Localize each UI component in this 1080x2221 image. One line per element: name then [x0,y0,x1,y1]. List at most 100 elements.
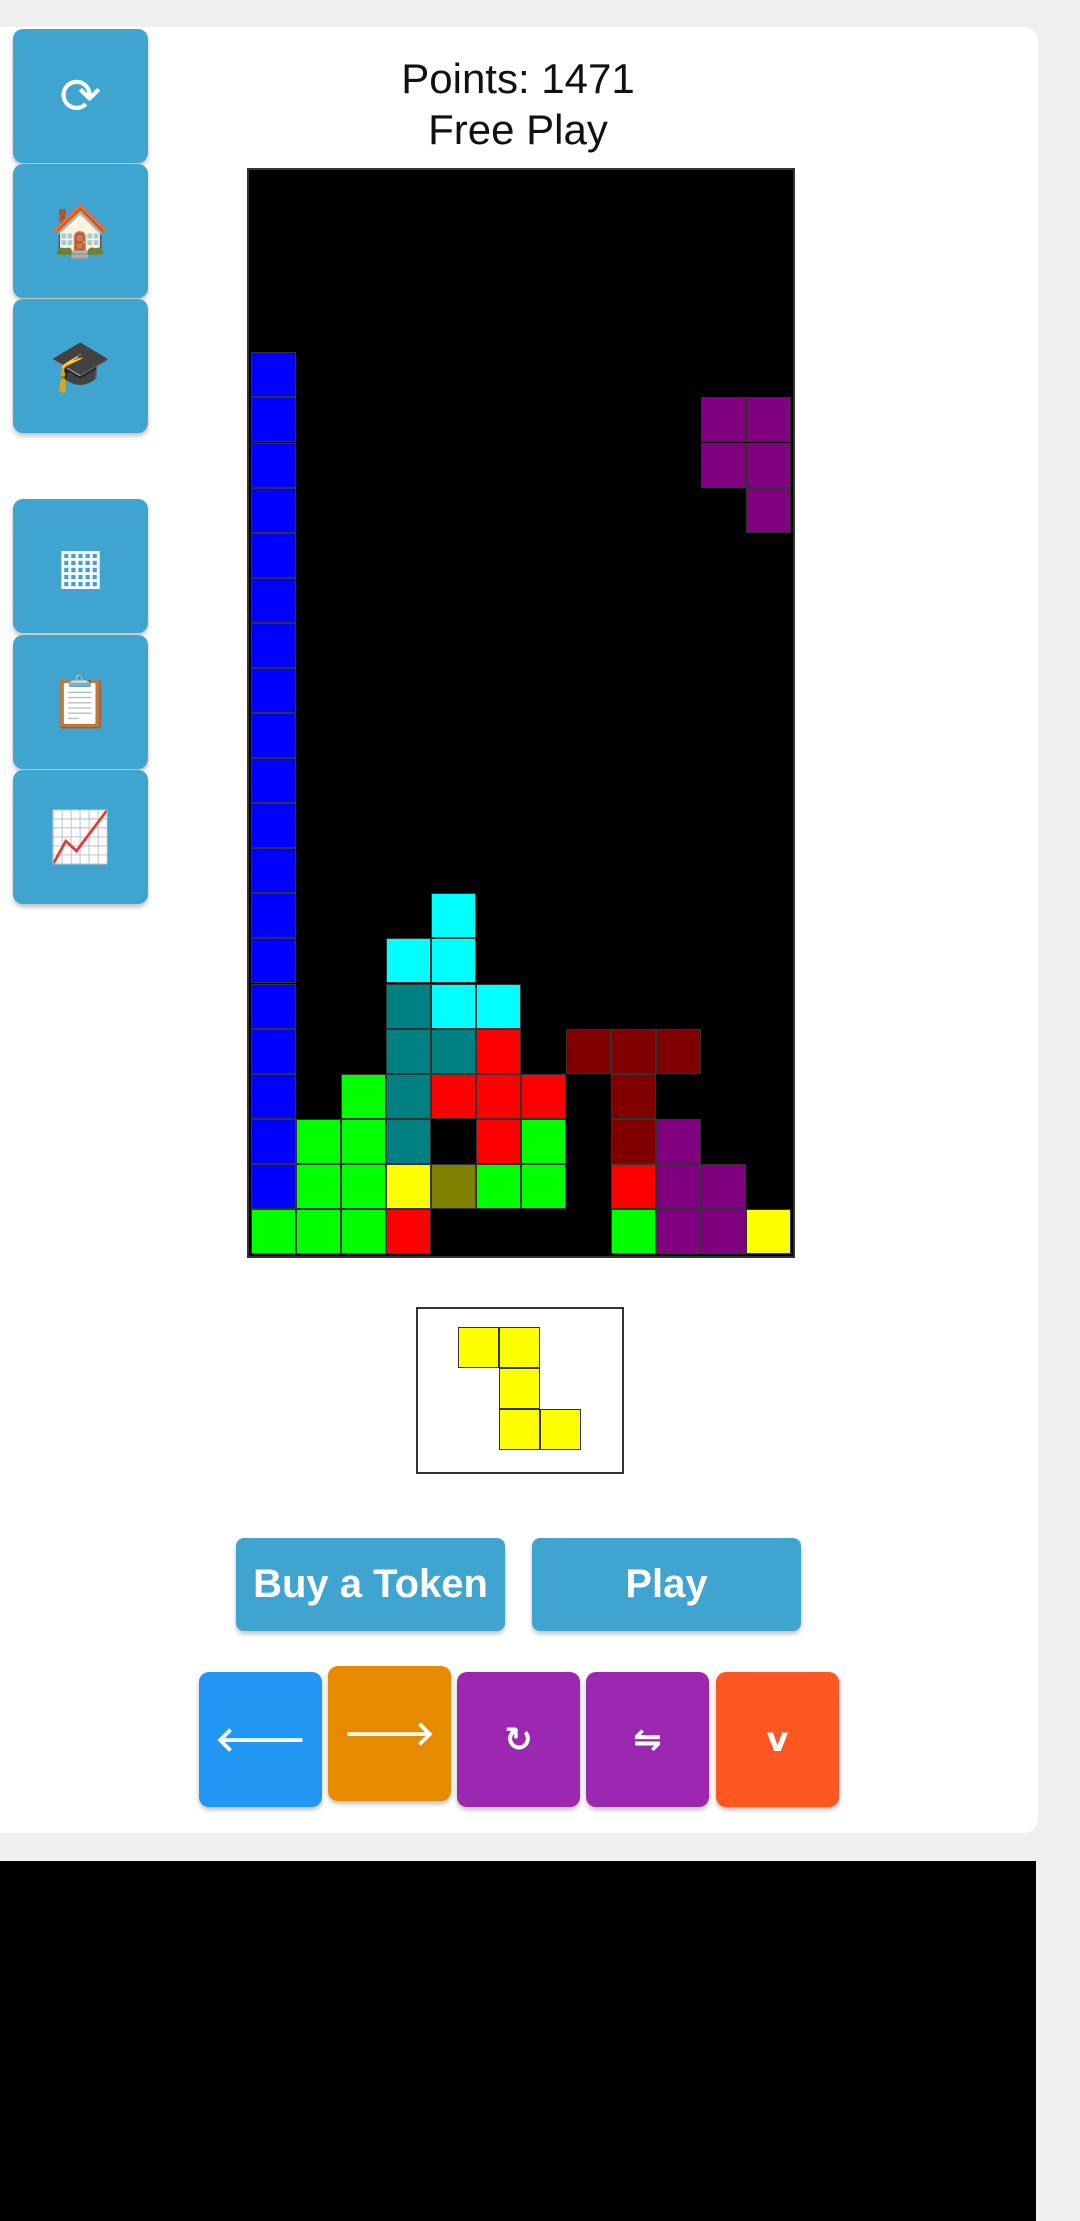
board-cell [386,1163,431,1209]
flip-icon: ⇋ [633,1719,662,1760]
board-cell [296,1163,341,1209]
board-cell [521,1163,566,1209]
board-cell [476,1118,521,1164]
board-cell [566,1028,611,1074]
flip-button[interactable]: ⇋ [586,1672,709,1807]
board-cell [386,1118,431,1164]
board-cell [476,1163,521,1209]
board-cell [341,1163,386,1209]
board-cell [251,803,296,849]
rotate-icon: ↻ [504,1719,533,1760]
board-cell [251,352,296,398]
board-cell [431,983,476,1029]
board-cell [431,938,476,984]
board-cell [386,983,431,1029]
board-cell [251,397,296,443]
board-cell [251,1118,296,1164]
buy-token-button[interactable]: Buy a Token [236,1538,505,1631]
board-cell [746,442,791,488]
home-button[interactable]: 🏠 [13,164,148,298]
learn-button[interactable]: 🎓 [13,299,148,433]
board-cell [341,1073,386,1119]
board-cell [296,1208,341,1254]
board-cell [656,1163,701,1209]
next-piece-cell [499,1327,540,1368]
board-cell [296,1118,341,1164]
grid-button[interactable]: ▦ [13,499,148,633]
board-cell [521,1118,566,1164]
board-cell [611,1163,656,1209]
stats-button[interactable]: 📈 [13,770,148,904]
board-cell [251,622,296,668]
chart-increasing-icon: 📈 [49,808,112,866]
board-cell [251,713,296,759]
game-board[interactable] [247,168,795,1258]
board-cell [611,1118,656,1164]
board-cell [251,893,296,939]
board-cell [251,1073,296,1119]
board-cell [656,1118,701,1164]
board-cell [251,1208,296,1254]
board-cell [701,1163,746,1209]
mode-label: Free Play [428,106,608,153]
graduation-cap-icon: 🎓 [49,337,112,395]
board-cell [611,1028,656,1074]
board-cell [701,1208,746,1254]
bottom-panel [0,1861,1036,2221]
board-cell [431,893,476,939]
board-cell [746,487,791,533]
board-cell [386,1073,431,1119]
restart-button[interactable]: ⟳ [13,29,148,163]
board-cell [656,1028,701,1074]
board-cell [386,1028,431,1074]
drop-down-icon: v [766,1719,789,1760]
board-cell [521,1073,566,1119]
board-grid [251,172,791,1254]
board-cell [251,758,296,804]
board-cell [611,1208,656,1254]
board-cell [251,938,296,984]
board-cell [386,1208,431,1254]
board-cell [251,1163,296,1209]
board-cell [701,397,746,443]
board-cell [251,577,296,623]
board-cell [476,983,521,1029]
board-cell [251,667,296,713]
arrow-right-icon: 🡒 [343,1714,436,1754]
board-cell [656,1208,701,1254]
grid-icon: ▦ [56,537,105,595]
board-cell [251,532,296,578]
play-button[interactable]: Play [532,1538,801,1631]
home-icon: 🏠 [49,202,112,260]
board-cell [476,1073,521,1119]
board-cell [251,442,296,488]
board-cell [431,1028,476,1074]
drop-button[interactable]: v [716,1672,839,1807]
arrow-left-icon: 🡐 [214,1720,307,1760]
next-piece-cell [499,1368,540,1409]
board-cell [341,1208,386,1254]
next-piece-cell [540,1409,581,1450]
board-cell [386,938,431,984]
move-right-button[interactable]: 🡒 [328,1666,451,1801]
clipboard-icon: 📋 [49,673,112,731]
board-cell [251,848,296,894]
next-piece-preview [416,1307,624,1474]
restart-icon: ⟳ [59,67,102,125]
board-cell [611,1073,656,1119]
board-cell [251,1028,296,1074]
board-cell [746,397,791,443]
board-cell [746,1208,791,1254]
points-display: Points: 1471 [401,55,635,102]
board-cell [251,487,296,533]
board-cell [701,442,746,488]
rotate-button[interactable]: ↻ [457,1672,580,1807]
board-cell [341,1118,386,1164]
board-cell [431,1163,476,1209]
next-piece-cell [458,1327,499,1368]
move-left-button[interactable]: 🡐 [199,1672,322,1807]
board-cell [251,983,296,1029]
board-cell [431,1073,476,1119]
board-cell [476,1028,521,1074]
clipboard-button[interactable]: 📋 [13,635,148,769]
